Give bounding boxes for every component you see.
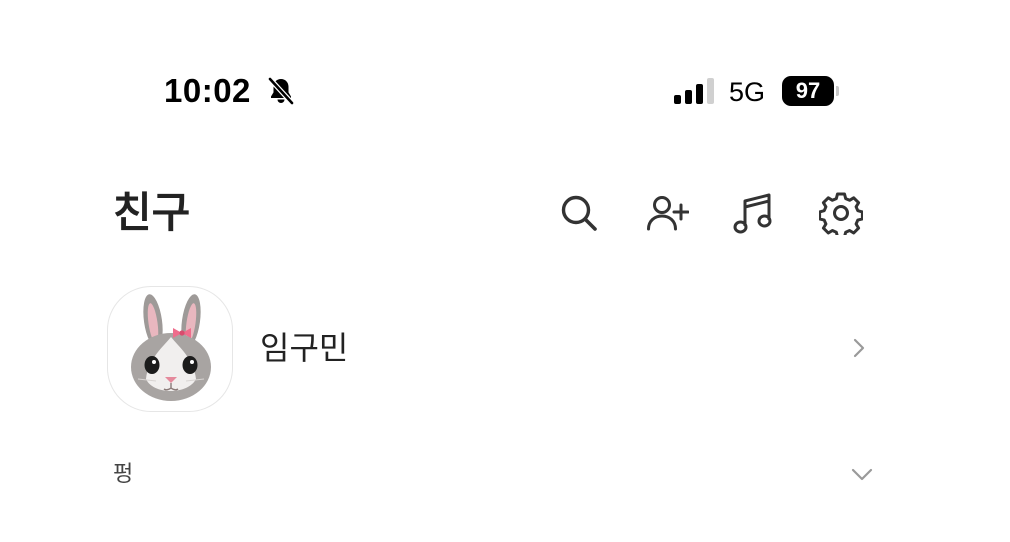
signal-bars-icon (674, 78, 714, 104)
add-person-icon (647, 196, 689, 231)
search-icon (561, 195, 597, 231)
bell-slash-icon (268, 77, 294, 105)
music-button[interactable] (731, 190, 777, 236)
profile-name: 임구민 (260, 329, 349, 367)
gear-icon (819, 192, 863, 235)
bunny-avatar-image (131, 294, 211, 401)
chevron-down-icon[interactable] (849, 464, 875, 486)
network-type: 5G (729, 77, 766, 107)
settings-button[interactable] (818, 190, 864, 236)
my-profile-row[interactable]: 임구민 (105, 286, 875, 412)
add-friend-button[interactable] (644, 190, 690, 236)
status-time: 10:02 (164, 72, 251, 109)
music-note-icon (733, 193, 772, 234)
section-label: 펑 (113, 462, 134, 487)
chevron-right-icon (853, 338, 865, 358)
page-title: 친구 (113, 188, 191, 237)
battery-cap (836, 86, 839, 96)
battery-icon: 97 (782, 76, 834, 106)
search-button[interactable] (556, 190, 602, 236)
friends-screen: 10:02 5G 97 친구 임구민 펑 (0, 0, 1010, 542)
avatar[interactable] (107, 286, 233, 412)
